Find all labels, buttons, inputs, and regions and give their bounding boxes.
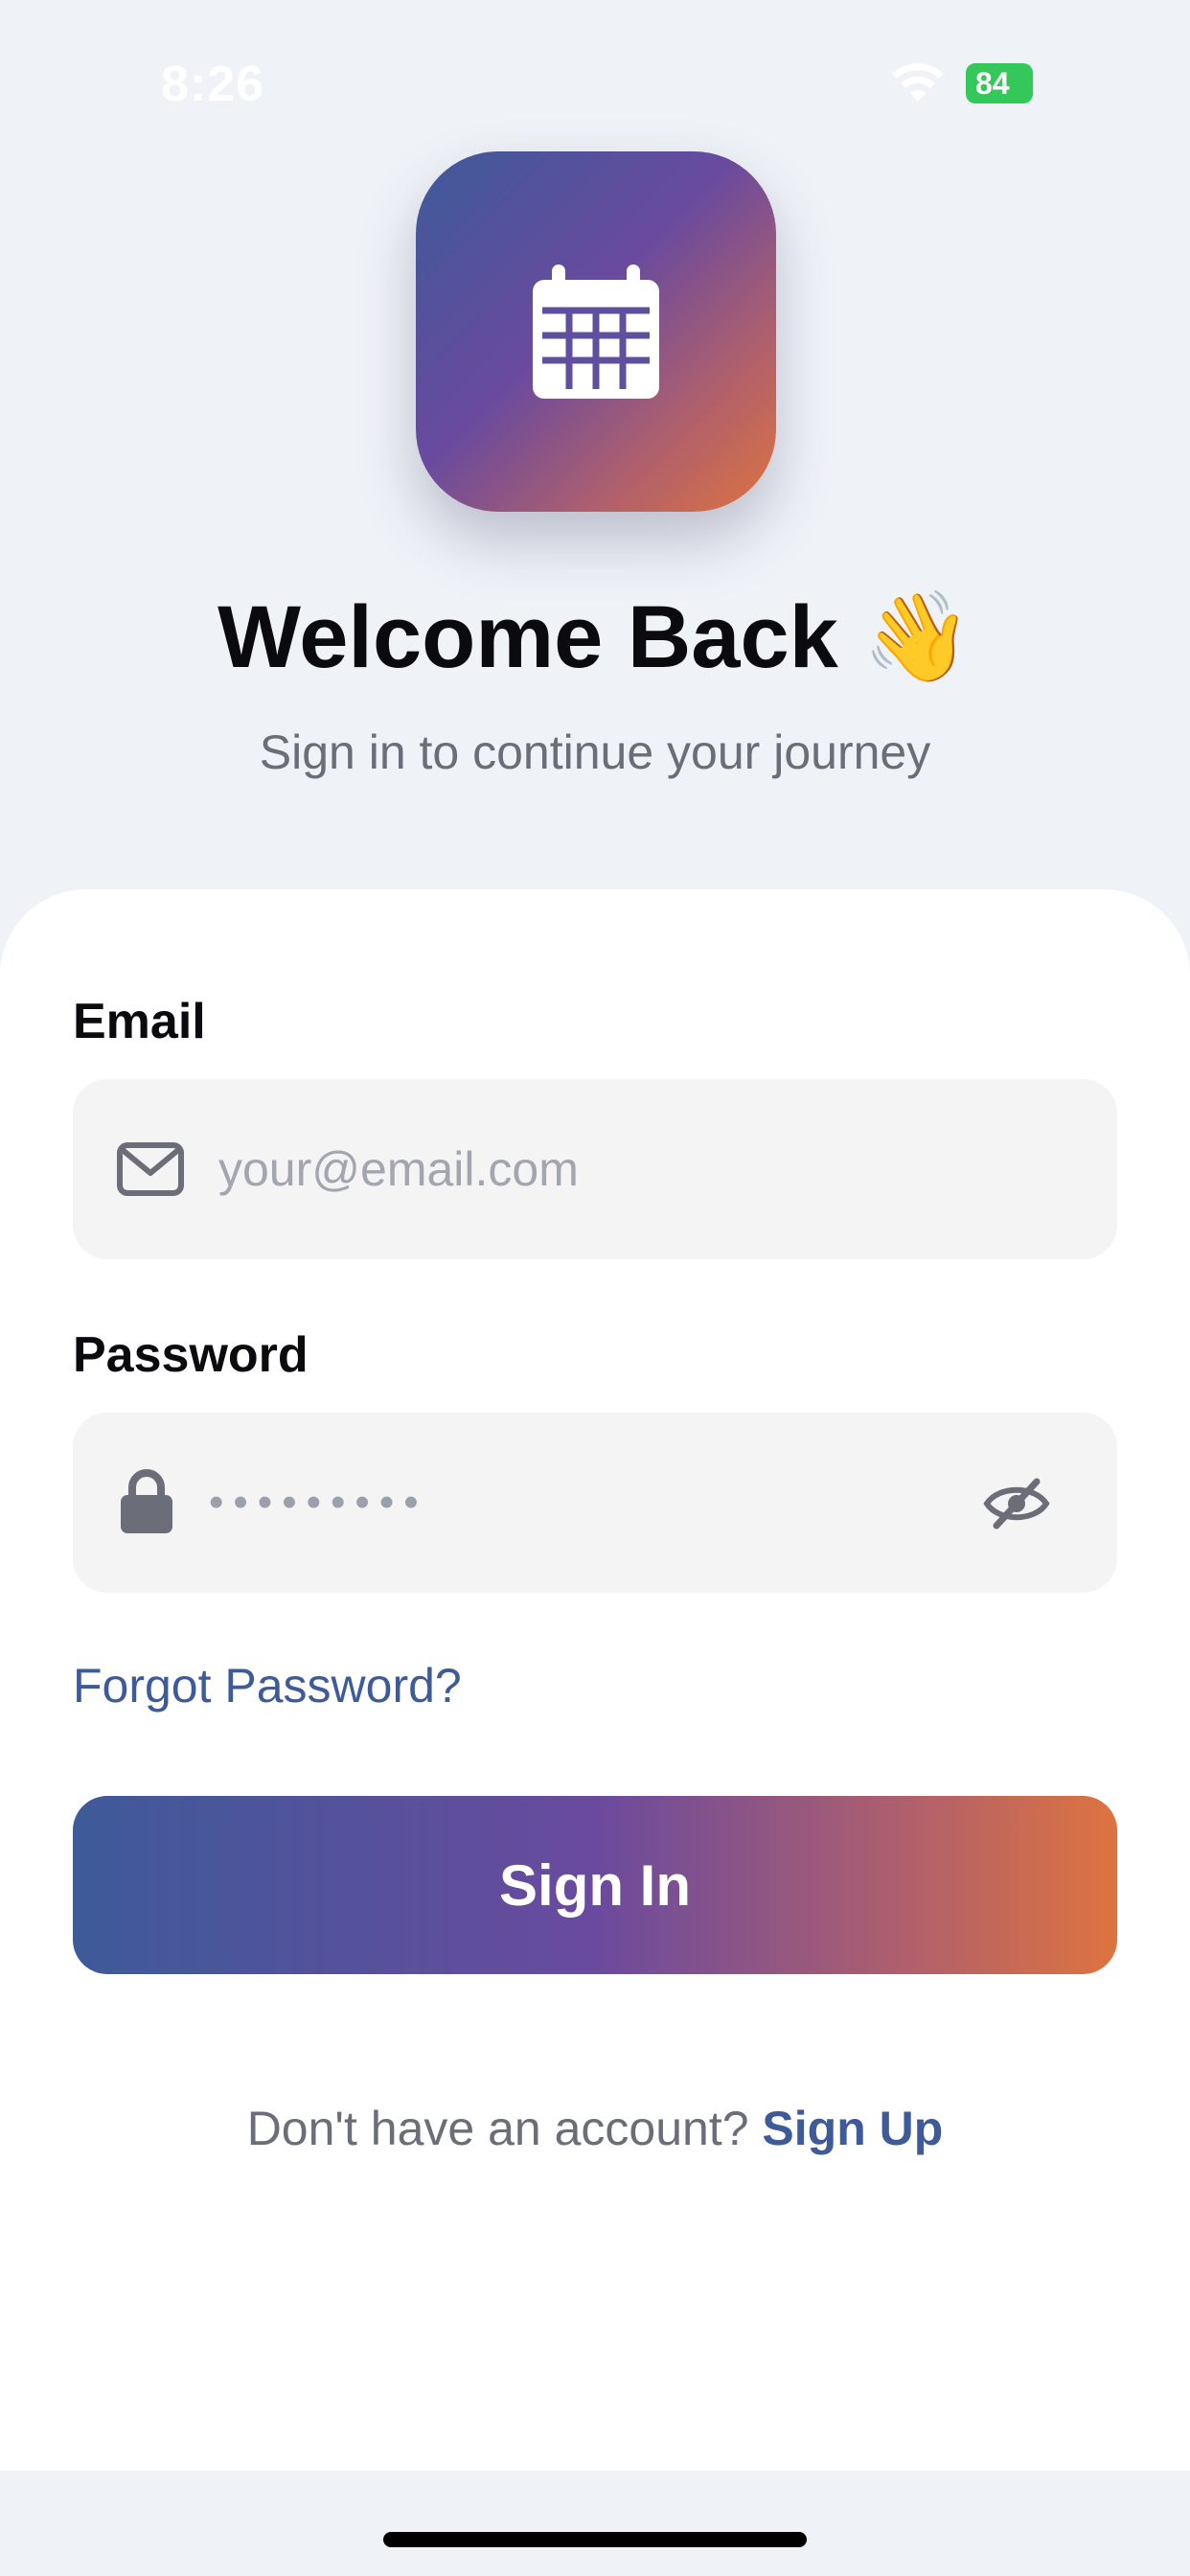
no-account-text: Don't have an account? xyxy=(246,2102,749,2155)
app-logo xyxy=(416,151,776,512)
password-input[interactable]: ••••••••• xyxy=(209,1413,428,1593)
status-bar: 8:26 84 xyxy=(0,0,1190,172)
page-title: Welcome Back 👋 xyxy=(217,588,973,686)
lock-icon xyxy=(121,1469,172,1533)
status-time: 8:26 xyxy=(161,57,265,112)
battery-level: 84 xyxy=(975,66,1010,101)
battery-icon: 84 xyxy=(966,63,1033,104)
mail-icon xyxy=(117,1142,184,1196)
email-input[interactable] xyxy=(218,1079,1004,1259)
email-label: Email xyxy=(73,994,206,1049)
home-indicator[interactable] xyxy=(383,2532,807,2547)
sign-up-row: Don't have an account? Sign Up xyxy=(0,2101,1190,2156)
sign-in-button[interactable]: Sign In xyxy=(73,1796,1117,1974)
sign-up-link[interactable]: Sign Up xyxy=(762,2102,943,2155)
login-screen: 8:26 84 Welcome Back 👋 Sign in to contin… xyxy=(0,0,1190,2576)
calendar-icon xyxy=(533,264,659,399)
eye-slash-icon[interactable] xyxy=(983,1478,1050,1530)
page-subtitle: Sign in to continue your journey xyxy=(259,725,931,779)
password-label: Password xyxy=(73,1327,309,1383)
password-field[interactable]: ••••••••• xyxy=(73,1413,1117,1593)
wifi-icon xyxy=(892,63,944,102)
forgot-password-link[interactable]: Forgot Password? xyxy=(73,1658,462,1714)
email-field[interactable] xyxy=(73,1079,1117,1259)
